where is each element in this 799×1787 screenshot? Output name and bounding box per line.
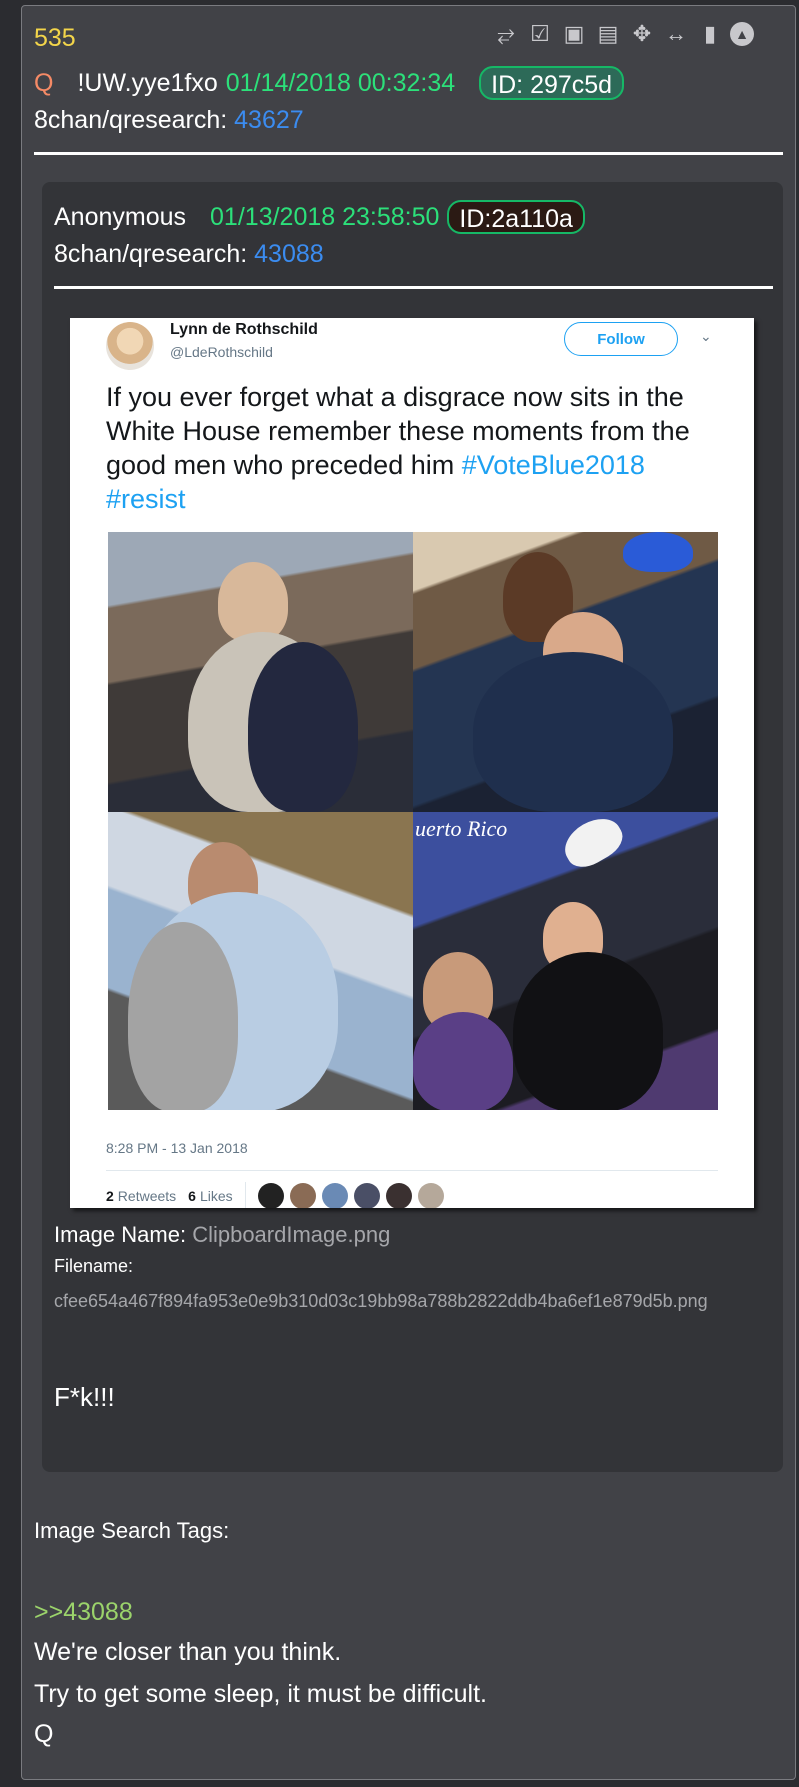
tweet-follow-button[interactable]: Follow (564, 322, 678, 356)
post-card: 535 ⥂ ☑ ▣ ▤ ✥ ↔ ▮ ▲ Q !UW.yye1fxo 01/14/… (21, 5, 796, 1780)
quoted-board: 8chan/qresearch: 43088 (54, 240, 324, 269)
post-toolbar: ⥂ ☑ ▣ ▤ ✥ ↔ ▮ ▲ (492, 20, 754, 48)
board-label: 8chan/qresearch: (34, 106, 228, 134)
quoted-author: Anonymous (54, 202, 187, 231)
tweet-text: If you ever forget what a disgrace now s… (106, 380, 716, 516)
tripcode: !UW.yye1fxo (77, 68, 218, 97)
reply-quote-link[interactable]: >>43088 (34, 1598, 133, 1627)
up-arrow-icon[interactable]: ▲ (730, 22, 754, 46)
likes-count: 6 (188, 1188, 196, 1204)
quoted-header: Anonymous 01/13/2018 23:58:50 ID:2a110a (54, 200, 585, 234)
clipboard-icon[interactable]: ▮ (696, 20, 724, 48)
tweet-avatar (106, 322, 154, 370)
message-line: Try to get some sleep, it must be diffic… (34, 1680, 487, 1708)
quoted-id-badge: ID:2a110a (447, 200, 585, 234)
liker-avatar[interactable] (257, 1183, 284, 1208)
liker-avatar[interactable] (385, 1183, 412, 1208)
share-icon[interactable]: ⥂ (492, 20, 520, 48)
post-header: Q !UW.yye1fxo 01/14/2018 00:32:34 ID: 29… (34, 66, 625, 100)
filename-label: Filename: (54, 1256, 134, 1276)
tweet-author-handle: @LdeRothschild (170, 344, 273, 360)
image-name: Image Name: ClipboardImage.png (54, 1222, 390, 1248)
tweet-author-name: Lynn de Rothschild (170, 321, 318, 338)
liker-avatar[interactable] (353, 1183, 380, 1208)
tweet-photo-1 (108, 532, 413, 812)
quoted-date: 01/13/2018 23:58:50 (210, 202, 440, 231)
likes-label: Likes (199, 1188, 233, 1204)
author-q: Q (34, 68, 54, 97)
photo-sign-text: uerto Rico (415, 816, 508, 841)
clipboard-check-icon[interactable]: ☑ (526, 20, 554, 48)
filename-value: cfee654a467f894fa953e0e9b310d03c19bb98a7… (54, 1291, 708, 1311)
tweet-photo-4: uerto Rico (413, 812, 718, 1110)
signature: Q (34, 1720, 54, 1748)
tweet-timestamp: 8:28 PM - 13 Jan 2018 (106, 1140, 248, 1156)
quoted-board-label: 8chan/qresearch: (54, 240, 248, 268)
tweet-image[interactable]: Lynn de Rothschild @LdeRothschild Follow… (70, 318, 754, 1208)
tweet-photo-grid: uerto Rico (108, 532, 718, 1110)
post-number: 535 (34, 24, 76, 52)
liker-avatar[interactable] (417, 1183, 444, 1208)
chevron-down-icon[interactable]: ⌄ (700, 328, 712, 345)
document-icon[interactable]: ▤ (594, 20, 622, 48)
tweet-stats: 2 Retweets 6 Likes (106, 1182, 450, 1208)
move-icon[interactable]: ✥ (628, 20, 656, 48)
image-search-tags-label: Image Search Tags: (34, 1518, 230, 1543)
retweets-label: Retweets (117, 1188, 177, 1204)
hashtag-resist[interactable]: #resist (106, 484, 186, 514)
quoted-message: F*k!!! (54, 1382, 115, 1412)
tweet-photo-3 (108, 812, 413, 1110)
board-ref-link[interactable]: 43627 (234, 106, 304, 134)
resize-horizontal-icon[interactable]: ↔ (662, 20, 690, 48)
image-name-value: ClipboardImage.png (192, 1222, 391, 1247)
hashtag-voteblue[interactable]: #VoteBlue2018 (462, 450, 645, 480)
quoted-post: Anonymous 01/13/2018 23:58:50 ID:2a110a … (42, 182, 783, 1472)
tweet-photo-2 (413, 532, 718, 812)
header-divider (34, 152, 783, 155)
liker-avatar[interactable] (321, 1183, 348, 1208)
quoted-board-ref-link[interactable]: 43088 (254, 240, 324, 268)
vr-glasses-icon[interactable]: ▣ (560, 20, 588, 48)
image-name-label: Image Name: (54, 1222, 187, 1247)
quoted-divider (54, 286, 773, 289)
retweets-count: 2 (106, 1188, 114, 1204)
tweet-divider (106, 1170, 718, 1171)
post-board: 8chan/qresearch: 43627 (34, 106, 304, 135)
liker-avatar[interactable] (289, 1183, 316, 1208)
stats-separator (244, 1182, 246, 1208)
post-date: 01/14/2018 00:32:34 (225, 68, 456, 97)
message-line: We're closer than you think. (34, 1638, 342, 1666)
post-id-badge: ID: 297c5d (479, 66, 625, 100)
